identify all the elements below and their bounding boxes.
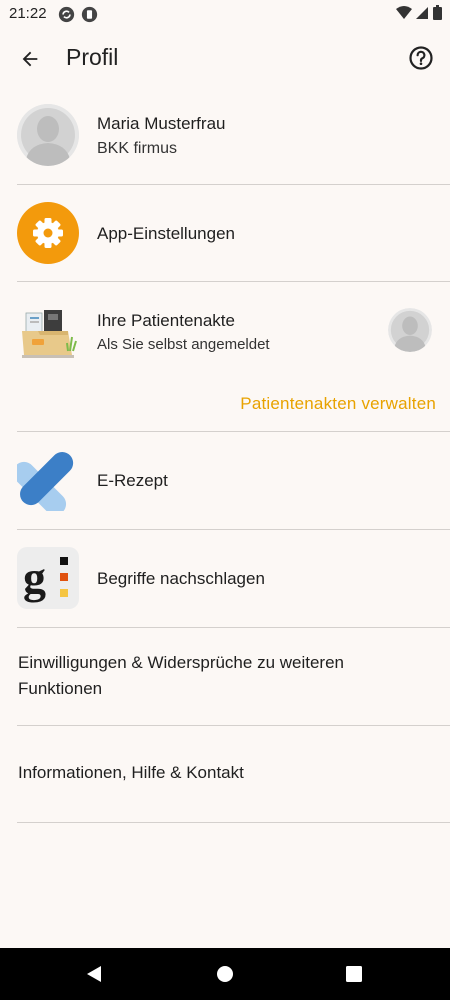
patient-record-avatar [388,308,432,352]
divider [17,431,450,432]
wifi-icon [396,5,412,19]
page-title: Profil [66,44,119,70]
manage-patient-records-link[interactable]: Patientenakten verwalten [240,394,436,414]
nav-home-button[interactable] [211,960,239,988]
nav-recents-button[interactable] [340,960,368,988]
status-bar: 21:22 [0,0,450,28]
erezept-icon [12,449,79,516]
nav-back-icon [87,966,101,982]
app-bar: Profil [0,28,450,88]
profile-name: Maria Musterfrau [97,114,226,133]
divider [17,822,450,823]
consents-row[interactable]: Einwilligungen & Widersprüche zu weitere… [0,629,450,725]
consents-label: Einwilligungen & Widersprüche zu weitere… [18,653,344,698]
app-notification-icon [81,6,98,23]
patient-record-title: Ihre Patientenakte [97,311,235,330]
erezept-label: E-Rezept [97,471,168,490]
signal-icon [416,6,428,19]
patient-record-row[interactable]: Ihre Patientenakte Als Sie selbst angeme… [0,283,450,383]
avatar [17,104,79,166]
info-label: Informationen, Hilfe & Kontakt [18,763,244,782]
help-button[interactable] [404,41,438,75]
nav-recents-icon [346,966,362,982]
glossary-row[interactable]: g Begriffe nachschlagen [0,531,450,627]
battery-icon [433,5,442,20]
status-notification-icons [58,6,98,23]
patient-record-icon [18,307,78,361]
erezept-row[interactable]: E-Rezept [0,433,450,529]
svg-text:g: g [23,552,46,603]
status-system-icons [396,5,442,20]
divider [17,627,450,628]
gear-icon [33,218,63,248]
divider [17,529,450,530]
profile-insurance: BKK firmus [97,140,178,157]
help-icon [409,46,433,70]
divider [17,725,450,726]
avatar-icon [17,104,79,166]
system-navigation-bar [0,948,450,1000]
avatar-icon [388,308,432,352]
status-time: 21:22 [9,5,47,22]
glossary-label: Begriffe nachschlagen [97,569,265,588]
app-settings-icon-badge [17,202,79,264]
divider [17,281,450,282]
glossary-icon: g [17,547,79,609]
app-settings-label: App-Einstellungen [97,224,235,243]
nav-home-icon [217,966,233,982]
sync-notification-icon [58,6,75,23]
back-arrow-icon [22,51,38,67]
patient-record-subtitle: Als Sie selbst angemeldet [97,336,270,353]
divider [17,184,450,185]
nav-back-button[interactable] [80,960,108,988]
profile-row[interactable]: Maria Musterfrau BKK firmus [0,96,450,184]
app-settings-row[interactable]: App-Einstellungen [0,186,450,281]
info-row[interactable]: Informationen, Hilfe & Kontakt [0,727,450,823]
back-button[interactable] [14,43,46,75]
